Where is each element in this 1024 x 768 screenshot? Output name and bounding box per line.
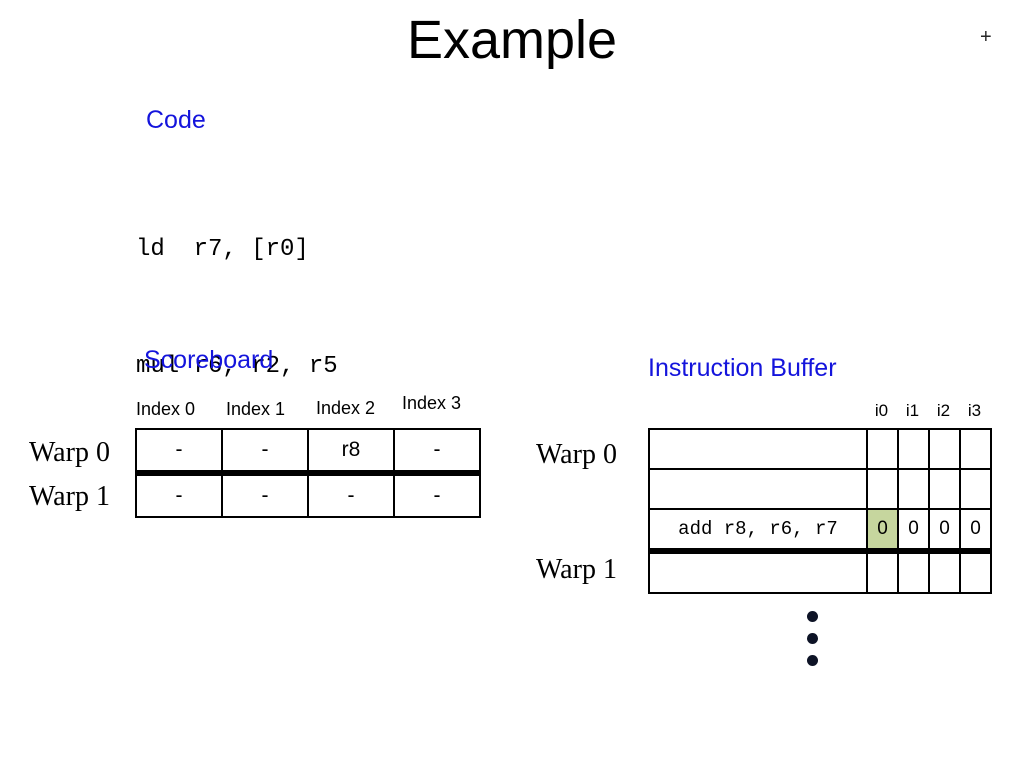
instruction-buffer-slot-cell: 0 [959,508,992,554]
scoreboard-cell: - [221,428,309,476]
instruction-buffer-slot-header: i0 [874,401,889,420]
instruction-buffer-slot-cell [866,428,899,470]
scoreboard-column-header: Index 0 [136,399,196,419]
instruction-buffer-row-label-warp1: Warp 1 [536,554,617,585]
instruction-buffer-instruction-cell [648,468,868,510]
instruction-buffer-slot-cell: 0 [928,508,961,554]
table-row [648,468,992,510]
instruction-buffer-row-label-warp0: Warp 0 [536,439,617,470]
scoreboard-column-header: Index 1 [226,399,286,419]
ellipsis-dot [807,655,818,666]
instruction-buffer-instruction-cell [648,428,868,470]
instruction-buffer-instruction-cell: add r8, r6, r7 [648,508,868,554]
scoreboard-column-headers: Index 0 Index 1 Index 2 Index 3 [135,392,479,420]
scoreboard-column-header: Index 2 [316,398,376,418]
instruction-buffer-slot-cell [928,550,961,594]
instruction-buffer-slot-cell [897,468,930,510]
instruction-buffer-slot-cell [897,428,930,470]
scoreboard-cell: - [393,428,481,476]
page-title: Example [406,10,618,70]
code-line: ld r7, [r0] [136,236,309,263]
scoreboard-row-label-warp0: Warp 0 [29,437,110,468]
table-row: - - r8 - [135,428,481,476]
scoreboard-cell: - [221,472,309,518]
instruction-buffer-slot-cell [928,468,961,510]
scoreboard-cell: - [307,472,395,518]
code-heading: Code [146,106,206,134]
scoreboard-cell: - [135,428,223,476]
instruction-buffer-table: add r8, r6, r7 0 0 0 0 [648,428,992,594]
instruction-buffer-slot-cell [928,428,961,470]
scoreboard-row-label-warp1: Warp 1 [29,481,110,512]
instruction-buffer-slot-cell [897,550,930,594]
instruction-buffer-slot-cell [959,468,992,510]
instruction-buffer-slot-header: i3 [967,401,982,420]
table-row [648,550,992,594]
table-row [648,428,992,470]
slide-canvas: Example + Code ld r7, [r0] mul r6, r2, r… [0,0,1024,768]
instruction-buffer-slot-headers: i0 i1 i2 i3 [866,400,990,426]
instruction-buffer-slot-cell [959,428,992,470]
scoreboard-cell: - [135,472,223,518]
instruction-buffer-slot-cell-highlighted: 0 [866,508,899,554]
table-row: add r8, r6, r7 0 0 0 0 [648,508,992,554]
scoreboard-table: - - r8 - - - - - [135,428,481,518]
instruction-buffer-instruction-cell [648,550,868,594]
scoreboard-cell: - [393,472,481,518]
scoreboard-column-header: Index 3 [402,393,462,413]
instruction-buffer-slot-header: i2 [936,401,951,420]
table-row: - - - - [135,472,481,518]
instruction-buffer-heading: Instruction Buffer [648,354,837,382]
ellipsis-dot [807,633,818,644]
ellipsis-dot [807,611,818,622]
scoreboard-heading: Scoreboard [144,346,274,374]
instruction-buffer-slot-cell [866,550,899,594]
plus-icon: + [980,26,992,48]
instruction-buffer-slot-cell [959,550,992,594]
scoreboard-cell: r8 [307,428,395,476]
instruction-buffer-slot-header: i1 [905,401,920,420]
instruction-buffer-slot-cell: 0 [897,508,930,554]
instruction-buffer-slot-cell [866,468,899,510]
vertical-ellipsis-icon [807,611,823,677]
